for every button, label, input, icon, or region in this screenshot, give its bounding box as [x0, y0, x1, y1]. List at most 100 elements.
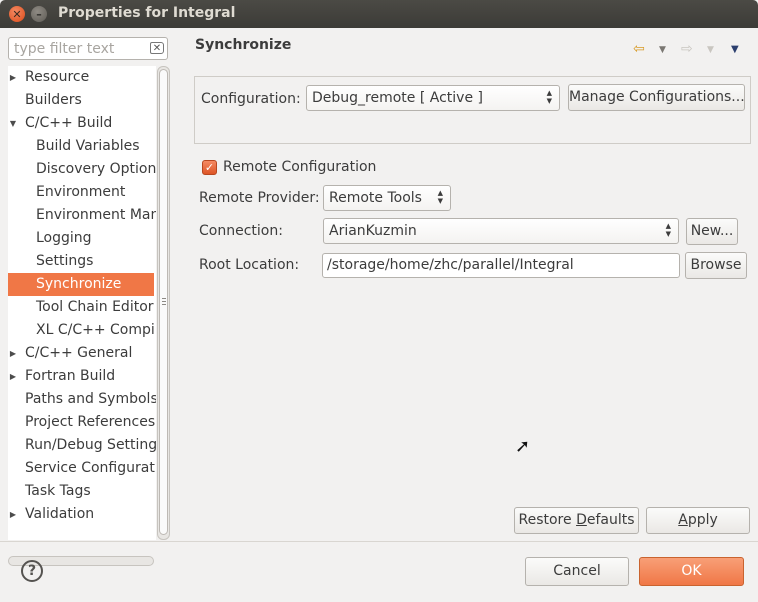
scroll-grip-line [162, 304, 166, 305]
tree-item[interactable]: Run/Debug Settings [8, 434, 156, 457]
remote-provider-select[interactable]: Remote Tools ▲ ▼ [323, 185, 451, 211]
tree-item[interactable]: Discovery Options [8, 158, 156, 181]
tree-scroll-thumb[interactable] [159, 69, 168, 535]
configuration-label: Configuration: [201, 91, 301, 107]
tree-item-label: Run/Debug Settings [25, 437, 156, 453]
collapsed-arrow-icon[interactable]: ▶ [8, 365, 18, 388]
tree-item-label: Project References [25, 414, 156, 430]
tree-item-label: Builders [25, 92, 82, 108]
tree-item-label: Service Configuratio [25, 460, 156, 476]
tree-item-label: Task Tags [25, 483, 91, 499]
tree-item[interactable]: Project References [8, 411, 156, 434]
remote-provider-select-value: Remote Tools [329, 190, 422, 206]
tree-item-label: Synchronize [36, 276, 122, 292]
properties-page: Synchronize ⇦ ▼ ⇨ ▼ ▼ Configuration: Deb… [187, 28, 758, 542]
tree-item[interactable]: Builders [8, 89, 154, 112]
cancel-button[interactable]: Cancel [525, 557, 629, 586]
tree-item-label: Tool Chain Editor [36, 299, 154, 315]
combo-arrows-icon: ▲ ▼ [665, 222, 671, 238]
restore-defaults-label-prefix: Restore [518, 512, 577, 528]
tree-item[interactable]: Task Tags [8, 480, 154, 503]
tree-item-label: Paths and Symbols [25, 391, 156, 407]
tree-item[interactable]: ▼ C/C++ Build [8, 112, 154, 135]
window-minimize-button[interactable]: – [31, 6, 47, 22]
collapsed-arrow-icon[interactable]: ▶ [8, 503, 18, 526]
restore-defaults-button[interactable]: Restore Defaults [514, 507, 639, 534]
filter-placeholder: type filter text [14, 41, 115, 57]
restore-defaults-mnemonic: D [576, 512, 587, 528]
tree-item-label: C/C++ General [25, 345, 133, 361]
configuration-group: Configuration: Debug_remote [ Active ] ▲… [194, 76, 751, 144]
tree-item[interactable]: ▶ Resource [8, 66, 154, 89]
window-close-button[interactable]: ✕ [9, 6, 25, 22]
tree-vertical-scrollbar[interactable] [157, 66, 170, 540]
apply-label-suffix: pply [687, 512, 718, 528]
back-arrow-icon[interactable]: ⇦ [633, 41, 645, 57]
tree-item-label: Discovery Options [36, 161, 156, 177]
tree-item-label: Logging [36, 230, 92, 246]
root-location-input[interactable]: /storage/home/zhc/parallel/Integral [322, 253, 680, 278]
tree-item[interactable]: Service Configuratio [8, 457, 156, 480]
connection-select-value: ArianKuzmin [329, 223, 417, 239]
help-icon[interactable]: ? [21, 560, 43, 582]
manage-configurations-button[interactable]: Manage Configurations... [568, 84, 745, 111]
combo-arrows-icon: ▲ ▼ [546, 89, 552, 105]
configuration-select[interactable]: Debug_remote [ Active ] ▲ ▼ [306, 85, 560, 111]
remote-provider-label: Remote Provider: [199, 190, 320, 206]
tree-item[interactable]: ▶ C/C++ General [8, 342, 154, 365]
tree-item-label: Validation [25, 506, 95, 522]
clear-filter-icon[interactable]: ✕ [150, 42, 164, 54]
remote-configuration-label: Remote Configuration [223, 159, 377, 175]
apply-mnemonic: A [678, 512, 688, 528]
restore-defaults-label-suffix: efaults [586, 512, 635, 528]
tree-item[interactable]: XL C/C++ Compile [8, 319, 156, 342]
mouse-pointer-icon: ➚ [515, 436, 531, 457]
apply-button[interactable]: Apply [646, 507, 750, 534]
tree-item[interactable]: Build Variables [8, 135, 154, 158]
collapsed-arrow-icon[interactable]: ▶ [8, 66, 18, 89]
remote-configuration-checkbox[interactable]: ✓ [202, 160, 217, 175]
tree-item-label: Settings [36, 253, 94, 269]
tree-item[interactable]: Synchronize [8, 273, 154, 296]
filter-input[interactable]: type filter text ✕ [8, 37, 168, 60]
tree-panel: type filter text ✕ ▶ Resource Builders ▼ C/C… [0, 28, 172, 566]
window-title: Properties for Integral [58, 5, 236, 21]
tree-item-label: XL C/C++ Compile [36, 322, 156, 338]
tree-item[interactable]: ▶ Fortran Build [8, 365, 154, 388]
tree-item-label: Environment Man [36, 207, 156, 223]
minimize-icon: – [36, 7, 42, 21]
collapsed-arrow-icon[interactable]: ▶ [8, 342, 18, 365]
window-titlebar: ✕ – Properties for Integral [0, 0, 758, 28]
new-connection-button[interactable]: New... [686, 218, 738, 245]
tree-item-label: C/C++ Build [25, 115, 113, 131]
tree-item[interactable]: Environment [8, 181, 154, 204]
combo-arrows-icon: ▲ ▼ [437, 189, 443, 205]
root-location-value: /storage/home/zhc/parallel/Integral [327, 257, 574, 273]
tree-item-label: Build Variables [36, 138, 140, 154]
tree-item[interactable]: Logging [8, 227, 154, 250]
browse-button[interactable]: Browse [685, 252, 747, 279]
ok-button[interactable]: OK [639, 557, 744, 586]
tree-item[interactable]: Paths and Symbols [8, 388, 156, 411]
expanded-arrow-icon[interactable]: ▼ [8, 112, 18, 135]
scroll-grip-line [162, 301, 166, 302]
tree-item[interactable]: ▶ Validation [8, 503, 154, 526]
tree-item[interactable]: Settings [8, 250, 154, 273]
tree-item-label: Environment [36, 184, 126, 200]
forward-history-dropdown-icon[interactable]: ▼ [707, 45, 714, 55]
view-menu-icon[interactable]: ▼ [731, 44, 739, 55]
tree-item[interactable]: Tool Chain Editor [8, 296, 154, 319]
close-icon: ✕ [12, 7, 22, 21]
configuration-select-value: Debug_remote [ Active ] [312, 90, 483, 106]
tree-item[interactable]: Environment Man [8, 204, 156, 227]
tree-item-label: Resource [25, 69, 90, 85]
root-location-label: Root Location: [199, 257, 300, 273]
page-title: Synchronize [195, 37, 292, 53]
forward-arrow-icon[interactable]: ⇨ [681, 41, 693, 57]
connection-select[interactable]: ArianKuzmin ▲ ▼ [323, 218, 679, 244]
footer-separator [0, 541, 758, 542]
connection-label: Connection: [199, 223, 283, 239]
scroll-grip-line [162, 298, 166, 299]
tree-item-label: Fortran Build [25, 368, 116, 384]
back-history-dropdown-icon[interactable]: ▼ [659, 45, 666, 55]
